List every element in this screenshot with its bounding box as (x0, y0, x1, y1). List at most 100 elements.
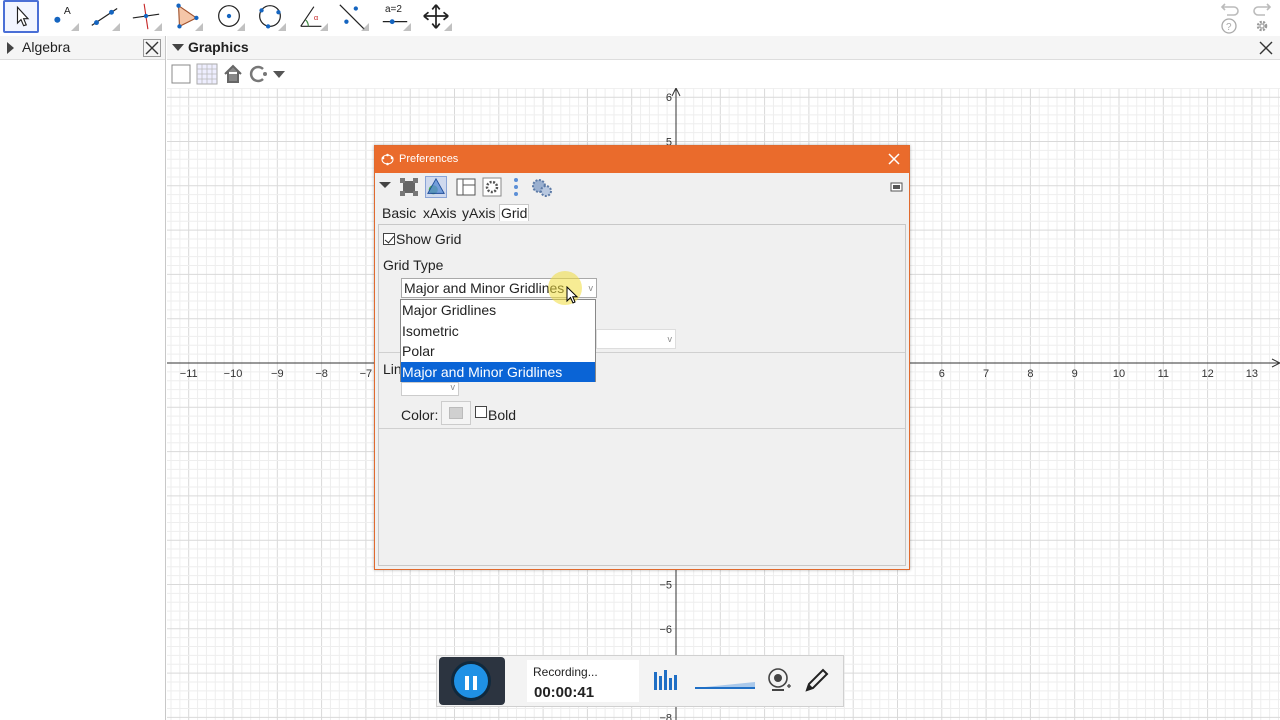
x-tick-label: 13 (1246, 368, 1258, 380)
line-tool-button[interactable] (86, 0, 122, 33)
layout-settings-button[interactable] (455, 176, 477, 198)
y-tick-label: −5 (659, 580, 672, 592)
object-properties-button[interactable] (398, 176, 420, 198)
layout-icon (456, 178, 476, 196)
triangle-graphics-icon (427, 177, 445, 195)
audio-level-button[interactable] (651, 666, 679, 694)
pause-icon (465, 676, 469, 690)
show-grid-checkbox[interactable] (383, 233, 395, 245)
graphics-close-button[interactable] (1257, 39, 1275, 57)
color-label: Color: (401, 407, 439, 423)
algebra-close-button[interactable] (143, 39, 161, 57)
gear-icon (1256, 20, 1268, 32)
circle-center-tool-button[interactable] (211, 0, 247, 33)
chevron-down-icon: v (667, 334, 673, 344)
recording-timer: 00:00:41 (534, 684, 595, 701)
color-preview (449, 407, 463, 419)
close-icon (143, 39, 161, 57)
bold-checkbox[interactable] (475, 406, 487, 418)
axes-toggle-icon[interactable] (169, 62, 193, 86)
home-icon[interactable] (222, 62, 244, 86)
x-tick-label: 9 (1072, 368, 1078, 380)
help-button[interactable]: ? (1220, 17, 1238, 35)
pause-icon (473, 676, 477, 690)
pencil-icon (805, 668, 829, 692)
graphics-collapse-icon[interactable] (172, 44, 184, 51)
point-tool-button[interactable]: A (45, 0, 81, 33)
draw-button[interactable] (803, 666, 831, 694)
reflect-tool-button[interactable] (335, 0, 371, 33)
gear-box-icon (482, 177, 502, 197)
option-polar[interactable]: Polar (401, 341, 595, 361)
circle-three-points-tool-button[interactable] (252, 0, 288, 33)
option-major-and-minor-gridlines[interactable]: Major and Minor Gridlines (401, 362, 595, 382)
distance-select[interactable]: v (596, 329, 676, 349)
move-graphics-tool-button[interactable] (418, 0, 454, 33)
graphics-title: Graphics (188, 39, 249, 55)
webcam-icon (768, 668, 791, 691)
audio-bars-icon (654, 670, 677, 690)
x-tick-label: −7 (360, 368, 373, 380)
mouse-cursor-icon (566, 286, 579, 304)
advanced-settings-button[interactable] (531, 176, 553, 198)
preferences-titlebar[interactable]: Preferences (375, 146, 909, 173)
more-settings-button[interactable] (510, 176, 522, 198)
dropdown-arrow-icon[interactable] (378, 176, 392, 198)
redo-button[interactable] (1251, 0, 1273, 18)
perpendicular-line-tool-button[interactable] (128, 0, 164, 33)
geogebra-window: A α a=2 ? Algebra Graphics −11 −10 −9 −8… (0, 0, 1280, 720)
tab-xaxis[interactable]: xAxis (422, 204, 457, 222)
move-tool-button[interactable] (3, 0, 39, 33)
algebra-header: Algebra (0, 36, 165, 60)
undo-icon (1220, 3, 1239, 16)
grid-type-label: Grid Type (383, 257, 444, 273)
recorder-pause-panel (439, 657, 505, 705)
webcam-button[interactable] (765, 666, 793, 694)
volume-slider[interactable] (693, 666, 757, 694)
x-tick-label: −9 (271, 368, 284, 380)
preferences-close-icon[interactable] (887, 152, 901, 166)
collapse-triangle-icon[interactable] (7, 42, 14, 54)
geogebra-logo-icon (381, 153, 394, 166)
pause-button[interactable] (451, 661, 491, 701)
slider-tool-button[interactable]: a=2 (377, 0, 413, 33)
preferences-title: Preferences (399, 153, 459, 165)
grid-type-dropdown-list: Major Gridlines Isometric Polar Major an… (400, 299, 596, 382)
line-style-select[interactable]: v (401, 382, 459, 396)
show-grid-label: Show Grid (396, 231, 462, 247)
screen-recorder-bar: Recording... 00:00:41 (436, 655, 844, 707)
svg-text:A: A (64, 6, 71, 17)
redo-icon (1253, 3, 1272, 16)
polygon-tool-button[interactable] (169, 0, 205, 33)
algebra-title: Algebra (22, 39, 71, 55)
undo-button[interactable] (1219, 0, 1241, 18)
preferences-toolbar (375, 173, 909, 201)
cas-settings-button[interactable] (481, 176, 503, 198)
grid-toggle-icon[interactable] (195, 62, 219, 86)
tab-basic[interactable]: Basic (381, 204, 417, 222)
tab-yaxis[interactable]: yAxis (461, 204, 496, 222)
volume-slider-icon (695, 682, 755, 689)
svg-text:?: ? (1226, 22, 1232, 33)
point-capture-icon[interactable] (247, 62, 269, 86)
grid-type-value: Major and Minor Gridlines (404, 280, 565, 296)
color-picker-button[interactable] (441, 401, 471, 425)
graphics-settings-button[interactable] (425, 176, 447, 198)
x-tick-label: 8 (1027, 368, 1033, 380)
option-isometric[interactable]: Isometric (401, 321, 595, 341)
restore-window-icon[interactable] (889, 176, 905, 198)
y-tick-label: −6 (659, 624, 672, 636)
line-style-label: Lin (383, 361, 402, 377)
recording-status-box: Recording... 00:00:41 (527, 660, 639, 702)
more-options-icon[interactable] (271, 62, 287, 86)
x-tick-label: 7 (983, 368, 989, 380)
tab-grid[interactable]: Grid (499, 204, 530, 221)
x-tick-label: −11 (180, 368, 198, 380)
close-icon (1259, 41, 1273, 55)
chevron-down-icon: v (588, 283, 594, 293)
x-tick-label: −10 (224, 368, 243, 380)
object-properties-icon (400, 178, 418, 196)
angle-tool-button[interactable]: α (294, 0, 330, 33)
dots-icon (514, 178, 518, 196)
settings-button[interactable] (1253, 17, 1271, 35)
